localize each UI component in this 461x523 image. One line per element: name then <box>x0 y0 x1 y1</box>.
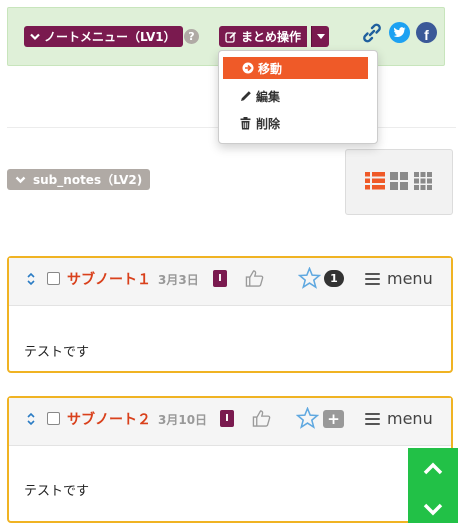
dropdown-item-label: 削除 <box>256 116 281 131</box>
list-view-icon[interactable] <box>365 171 385 191</box>
link-icon[interactable] <box>361 22 383 44</box>
hamburger-icon <box>365 272 380 285</box>
thumbs-up-icon[interactable] <box>252 409 271 428</box>
plus-badge[interactable]: + <box>323 410 344 428</box>
note-menu-label: ノートメニュー（LV1） <box>44 30 176 44</box>
view-mode-panel <box>345 149 453 215</box>
note-body: テストです <box>24 484 90 499</box>
dropdown-item-edit[interactable]: 編集 <box>219 85 367 107</box>
chevron-down-icon <box>15 176 26 183</box>
bulk-actions-button[interactable]: まとめ操作 <box>219 26 308 47</box>
dropdown-item-move[interactable]: 移動 <box>223 57 368 79</box>
dropdown-item-delete[interactable]: 削除 <box>219 112 367 134</box>
note-checkbox[interactable] <box>47 272 60 285</box>
bulk-actions-dropdown-toggle[interactable] <box>311 26 329 47</box>
note-date: 3月10日 <box>158 413 208 427</box>
note-title[interactable]: サブノート１ <box>67 269 151 289</box>
note-card: サブノート１ 3月3日 I 1 menu テストです <box>7 256 453 373</box>
dropdown-item-label: 移動 <box>258 61 283 76</box>
note-title[interactable]: サブノート２ <box>67 409 151 429</box>
sub-notes-toggle[interactable]: sub_notes（LV2) <box>7 169 151 190</box>
note-menu-label: menu <box>387 269 433 288</box>
note-checkbox[interactable] <box>47 412 60 425</box>
star-icon[interactable] <box>298 267 321 289</box>
help-icon[interactable]: ? <box>184 29 199 44</box>
note-menu-button[interactable]: menu <box>365 269 433 288</box>
importance-badge: I <box>220 410 234 427</box>
note-date: 3月3日 <box>158 273 199 287</box>
twitter-icon[interactable] <box>389 22 410 43</box>
facebook-icon[interactable]: f <box>416 22 437 43</box>
pencil-icon <box>239 90 252 103</box>
chevron-down-icon <box>30 33 40 40</box>
edit-icon <box>225 31 237 43</box>
note-card: サブノート２ 3月10日 I + menu テストです <box>7 396 453 523</box>
sort-icon[interactable] <box>26 412 36 426</box>
trash-icon <box>239 116 252 130</box>
star-count-badge: 1 <box>324 270 344 287</box>
star-icon[interactable] <box>296 407 319 429</box>
sort-icon[interactable] <box>26 272 36 286</box>
dropdown-item-label: 編集 <box>256 89 281 104</box>
note-menu-button[interactable]: ノートメニュー（LV1） <box>24 26 183 47</box>
importance-badge: I <box>213 270 227 287</box>
hamburger-icon <box>365 412 380 425</box>
note-menu-label: menu <box>387 409 433 428</box>
scroll-down-icon[interactable] <box>423 502 443 516</box>
bulk-actions-dropdown: 移動 編集 削除 <box>218 50 378 144</box>
note-menu-button[interactable]: menu <box>365 409 433 428</box>
sub-notes-label: sub_notes（LV2) <box>33 173 143 187</box>
note-header: サブノート２ 3月10日 I + menu <box>9 398 451 446</box>
scroll-up-icon[interactable] <box>423 462 443 476</box>
grid-view-icon[interactable] <box>389 171 409 191</box>
arrow-right-circle-icon <box>241 62 254 75</box>
small-grid-view-icon[interactable] <box>413 171 433 191</box>
note-body: テストです <box>24 345 90 360</box>
thumbs-up-icon[interactable] <box>245 269 264 288</box>
bulk-actions-label: まとめ操作 <box>241 30 302 44</box>
note-header: サブノート１ 3月3日 I 1 menu <box>9 258 451 306</box>
caret-down-icon <box>316 34 325 39</box>
scroll-controls <box>408 448 458 523</box>
